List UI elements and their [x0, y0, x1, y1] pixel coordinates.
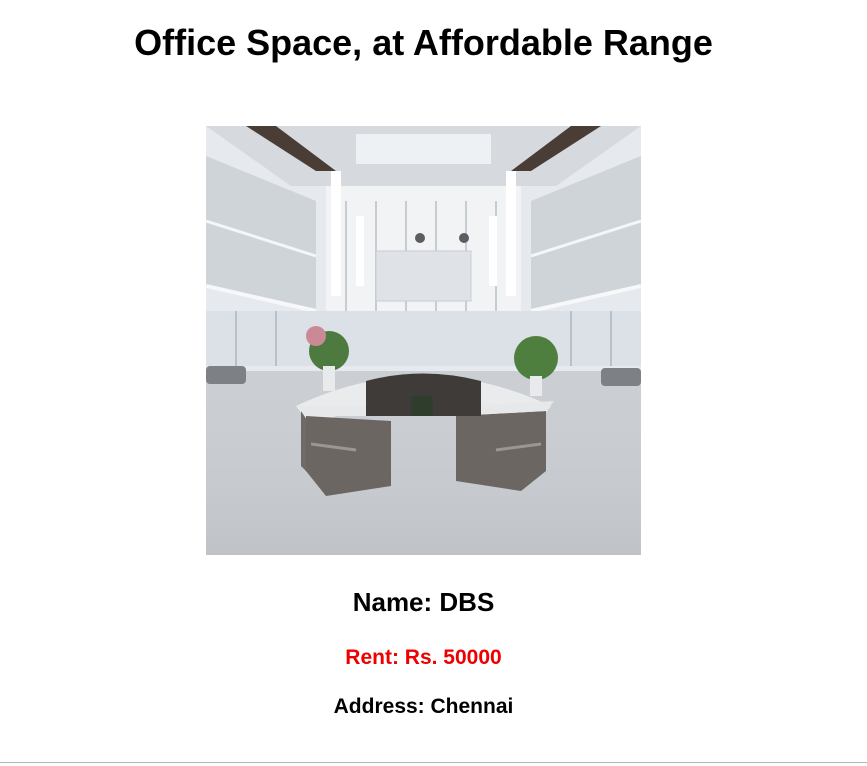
listing-rent: Rent: Rs. 50000 [345, 646, 502, 669]
horizontal-divider [0, 762, 867, 763]
office-photo [206, 126, 641, 555]
listing-address: Address: Chennai [333, 695, 514, 718]
listing-name: Name: DBS [352, 587, 495, 617]
page: Office Space, at Affordable Range Name: … [0, 0, 867, 766]
page-title: Office Space, at Affordable Range [134, 22, 713, 63]
